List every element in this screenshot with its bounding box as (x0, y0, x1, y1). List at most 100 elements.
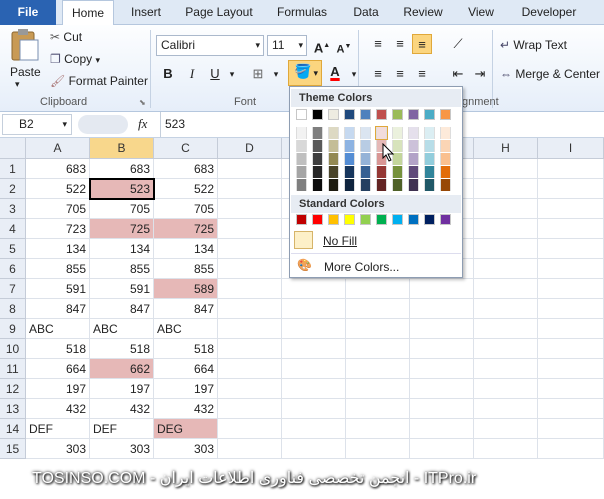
row-header[interactable]: 4 (0, 219, 26, 239)
decrease-font-icon[interactable]: A▼ (334, 37, 354, 57)
table-cell[interactable]: 683 (154, 159, 218, 179)
table-cell[interactable] (218, 299, 282, 319)
table-cell[interactable]: DEG (154, 419, 218, 439)
table-cell[interactable] (282, 399, 346, 419)
row-header[interactable]: 8 (0, 299, 26, 319)
table-cell[interactable]: 303 (26, 439, 90, 459)
no-fill-option[interactable]: No Fill (323, 234, 357, 248)
table-cell[interactable] (410, 359, 474, 379)
increase-indent-icon[interactable]: ⇥ (470, 64, 490, 84)
table-cell[interactable]: 855 (26, 259, 90, 279)
color-swatch[interactable] (392, 127, 403, 139)
table-cell[interactable] (410, 379, 474, 399)
color-swatch[interactable] (408, 140, 419, 152)
table-cell[interactable] (218, 319, 282, 339)
align-bottom-icon[interactable]: ≡ (412, 34, 432, 54)
color-swatch[interactable] (296, 166, 307, 178)
table-cell[interactable] (538, 419, 604, 439)
table-cell[interactable] (474, 359, 538, 379)
table-cell[interactable] (538, 219, 604, 239)
tab-home[interactable]: Home (62, 0, 114, 26)
table-cell[interactable] (410, 339, 474, 359)
table-cell[interactable]: 197 (154, 379, 218, 399)
table-cell[interactable] (474, 259, 538, 279)
color-swatch[interactable] (344, 179, 355, 191)
table-cell[interactable]: 518 (90, 339, 154, 359)
color-swatch[interactable] (424, 179, 435, 191)
color-swatch[interactable] (296, 140, 307, 152)
color-swatch[interactable] (312, 166, 323, 178)
color-swatch[interactable] (296, 214, 307, 225)
cut-button[interactable]: ✂ Cut (50, 30, 82, 44)
table-cell[interactable] (538, 319, 604, 339)
color-swatch[interactable] (312, 127, 323, 139)
table-cell[interactable]: 847 (26, 299, 90, 319)
tab-view[interactable]: View (460, 0, 502, 25)
tab-file[interactable]: File (0, 0, 56, 25)
color-swatch[interactable] (408, 127, 419, 139)
table-cell[interactable] (218, 259, 282, 279)
table-cell[interactable]: 432 (26, 399, 90, 419)
color-swatch[interactable] (328, 153, 339, 165)
color-swatch[interactable] (424, 214, 435, 225)
color-swatch[interactable] (376, 214, 387, 225)
table-cell[interactable] (218, 219, 282, 239)
tab-formulas[interactable]: Formulas (270, 0, 334, 25)
color-swatch[interactable] (424, 153, 435, 165)
table-cell[interactable]: ABC (26, 319, 90, 339)
color-swatch[interactable] (440, 109, 451, 120)
row-header[interactable]: 6 (0, 259, 26, 279)
table-cell[interactable] (218, 339, 282, 359)
table-cell[interactable]: 705 (154, 199, 218, 219)
table-cell[interactable]: 855 (154, 259, 218, 279)
table-cell[interactable] (282, 419, 346, 439)
color-swatch[interactable] (312, 109, 323, 120)
tab-review[interactable]: Review (398, 0, 448, 25)
color-swatch[interactable] (408, 179, 419, 191)
table-cell[interactable]: 725 (90, 219, 154, 239)
table-cell[interactable]: 664 (26, 359, 90, 379)
table-cell[interactable]: ABC (154, 319, 218, 339)
table-cell[interactable] (346, 439, 410, 459)
fill-color-button[interactable]: 🪣 ▾ (288, 60, 322, 86)
table-cell[interactable] (282, 339, 346, 359)
color-swatch[interactable] (408, 109, 419, 120)
color-swatch[interactable] (440, 214, 451, 225)
table-cell[interactable] (538, 199, 604, 219)
select-all-corner[interactable] (0, 138, 26, 159)
color-swatch[interactable] (408, 166, 419, 178)
align-center-icon[interactable]: ≡ (390, 64, 410, 84)
row-header[interactable]: 1 (0, 159, 26, 179)
color-swatch[interactable] (424, 140, 435, 152)
table-cell[interactable]: DEF (90, 419, 154, 439)
format-painter-button[interactable]: 🖌 Format Painter (50, 74, 148, 88)
table-cell[interactable] (474, 219, 538, 239)
table-cell[interactable] (474, 319, 538, 339)
table-cell[interactable] (282, 319, 346, 339)
row-header[interactable]: 9 (0, 319, 26, 339)
color-swatch[interactable] (296, 109, 307, 120)
table-cell[interactable]: 589 (154, 279, 218, 299)
table-cell[interactable] (282, 299, 346, 319)
color-swatch[interactable] (360, 153, 371, 165)
color-swatch[interactable] (328, 140, 339, 152)
color-swatch[interactable] (376, 109, 387, 120)
table-cell[interactable]: 197 (26, 379, 90, 399)
color-swatch[interactable] (360, 166, 371, 178)
borders-icon[interactable]: ⊞ (248, 64, 268, 84)
color-swatch[interactable] (376, 179, 387, 191)
align-left-icon[interactable]: ≡ (368, 64, 388, 84)
table-cell[interactable] (218, 199, 282, 219)
table-cell[interactable] (538, 379, 604, 399)
color-swatch[interactable] (312, 214, 323, 225)
color-swatch[interactable] (360, 214, 371, 225)
column-header-c[interactable]: C (154, 138, 218, 159)
color-swatch[interactable] (360, 140, 371, 152)
color-swatch[interactable] (376, 166, 387, 178)
row-header[interactable]: 5 (0, 239, 26, 259)
table-cell[interactable] (282, 359, 346, 379)
row-header[interactable]: 10 (0, 339, 26, 359)
font-color-dropdown-icon[interactable]: ▾ (344, 64, 364, 84)
decrease-indent-icon[interactable]: ⇤ (448, 64, 468, 84)
paste-label[interactable]: Paste (10, 65, 41, 79)
